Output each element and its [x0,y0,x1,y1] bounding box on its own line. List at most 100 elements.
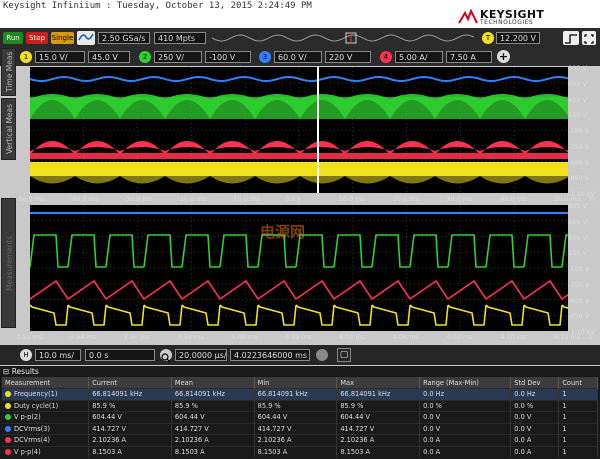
results-table: Measurement Current Mean Min Max Range (Max-M… [2,377,598,457]
table-row[interactable]: DCVrms(3) 414.727 V 414.727 V 414.727 V 414.… [2,422,598,435]
channel-bar: 1 15.0 V/ 45.0 V 2 250 V/ -100 V 3 60.0 … [0,48,600,66]
column-header[interactable]: Max [336,377,421,389]
channel-3-scale[interactable]: 60.0 V/ [274,51,322,63]
column-header[interactable]: Count [558,377,598,389]
channel-3-chip[interactable]: 3 [259,51,271,63]
table-row[interactable]: V p-p(2) 604.44 V 604.44 V 604.44 V 604.44 V… [2,411,598,423]
table-cell: 604.44 V [171,411,255,423]
trigger-edge-button[interactable] [563,31,579,45]
expand-button[interactable] [582,31,596,45]
column-header[interactable]: Min [254,377,338,389]
autoscale-button[interactable] [77,31,95,45]
autoscale-icon [78,33,94,41]
column-header[interactable]: Std Dev [510,377,560,389]
trigger-level-field[interactable]: 12.200 V [496,32,540,44]
zoom-position-field[interactable]: 4.0223646000 ms [230,349,310,361]
channel-dot-icon [5,402,11,409]
table-row[interactable]: Frequency(1) 66.814091 kHz 66.814091 kHz 66… [2,388,598,400]
channel-1-chip[interactable]: 1 [20,51,32,63]
column-header[interactable]: Current [88,377,172,389]
x-tick-label: 3.94 ms [69,333,97,341]
y-tick-label: 900 V [568,202,587,210]
x-tick-label: 0.0 s [285,195,301,203]
channel-4-trace [75,141,120,155]
zoom-icon [161,353,171,363]
sample-rate-field[interactable]: 2.50 GSa/s [98,32,150,44]
table-cell: 85.9 % [336,399,421,412]
channel-1-band [30,162,568,176]
trigger-chip: T [482,32,494,44]
x-tick-label: 3.96 ms [123,333,150,341]
main-waveform-grid[interactable] [30,67,568,193]
x-tick-label: 4.08 ms [446,333,473,341]
table-cell: V p-p(2) [2,411,90,423]
y-tick-label: -600 V [568,158,590,167]
zoom-scale-field[interactable]: 20.0000 µs/ [175,349,227,361]
table-cell: 1 [558,411,598,423]
column-header[interactable]: Range (Max-Min) [419,377,512,389]
results-header-row: Measurement Current Mean Min Max Range (Max-M… [2,377,598,389]
memory-depth-field[interactable]: 410 Mpts [154,32,206,44]
run-button[interactable]: Run [3,32,23,44]
table-cell: 604.44 V [254,411,338,423]
time-scale-field[interactable]: 10.0 ms/ [35,349,81,361]
horizontal-bar: H 10.0 ms/ 0.0 s 20.0000 µs/ 4.022364600… [0,345,600,365]
table-cell: 0.0 V [419,422,512,435]
results-body: Frequency(1) 66.814091 kHz 66.814091 kHz 66… [2,388,598,457]
x-tick-label: 4.12 ms [554,333,581,341]
time-position-field[interactable]: 0.0 s [85,349,155,361]
table-cell: 1 [558,434,598,446]
table-cell: 0.0 V [419,411,512,423]
table-row[interactable]: V p-p(4) 8.1503 A 8.1503 A 8.1503 A 8.1503 A… [2,445,598,457]
x-tick-label: -20.0 ms [177,195,206,203]
zoom-knob-icon[interactable] [316,349,328,361]
maximize-icon[interactable]: ▢ [337,348,351,362]
table-cell: 2.10236 A [254,434,338,446]
x-tick-label: 3.92 ms [16,333,43,341]
x-tick-label: -50.0 ms [16,195,45,203]
table-cell: 66.814091 kHz [88,388,172,400]
results-collapse-icon[interactable]: ⊟ [3,367,9,376]
results-panel: ⊟ Results Measurement Current Mean Min Max Ra… [0,366,600,459]
channel-4-offset[interactable]: 7.50 A [446,51,492,63]
y-tick-label: -850 V [568,174,590,183]
horizontal-chip[interactable]: H [20,349,32,361]
channel-4-trace [300,141,345,155]
x-tick-label: -10.0 ms [231,195,260,203]
tab-vertical-meas[interactable]: Vertical Meas [1,98,16,160]
column-header[interactable]: Measurement [2,377,90,389]
table-cell: 85.9 % [171,399,255,412]
table-cell: 66.814091 kHz [171,388,255,400]
table-row[interactable]: Duty cycle(1) 85.9 % 85.9 % 85.9 % 85.9 % 0.0… [2,399,598,412]
add-channel-button[interactable]: + [497,50,510,63]
table-cell: 1 [558,388,598,400]
acquisition-overview [212,32,474,44]
table-cell: 0.0 % [510,399,560,412]
zoom-waveform-grid[interactable]: 电源网 [30,205,568,331]
channel-1-offset[interactable]: 45.0 V [88,51,130,63]
table-row[interactable]: DCVrms(4) 2.10236 A 2.10236 A 2.10236 A 2.10… [2,434,598,446]
tab-time-meas[interactable]: Time Meas [1,48,16,96]
channel-2-scale[interactable]: 250 V/ [154,51,202,63]
single-button[interactable]: Single [51,32,74,44]
column-header[interactable]: Mean [171,377,255,389]
channel-1-scale[interactable]: 15.0 V/ [35,51,85,63]
channel-4-scale[interactable]: 5.00 A/ [395,51,443,63]
zoom-button[interactable] [160,349,172,363]
channel-1-envelope [390,176,435,184]
results-header: ⊟ Results [3,366,39,377]
channel-2-chip[interactable]: 2 [139,51,151,63]
stop-button[interactable]: Stop [26,32,48,44]
channel-1-envelope [345,176,390,184]
tab-measurements[interactable]: Measurements [1,198,16,328]
x-tick-label: 3.98 ms [177,333,204,341]
channel-4-chip[interactable]: 4 [380,51,392,63]
channel-3-offset[interactable]: 220 V [325,51,371,63]
lower-right-index: 2 [589,333,594,341]
table-cell: 0.0 A [419,434,512,446]
x-tick-label: 20.0 ms [392,195,419,203]
results-title: Results [11,367,39,376]
expand-icon [584,34,594,44]
channel-2-offset[interactable]: -100 V [205,51,251,63]
x-tick-label: 30.0 ms [446,195,473,203]
